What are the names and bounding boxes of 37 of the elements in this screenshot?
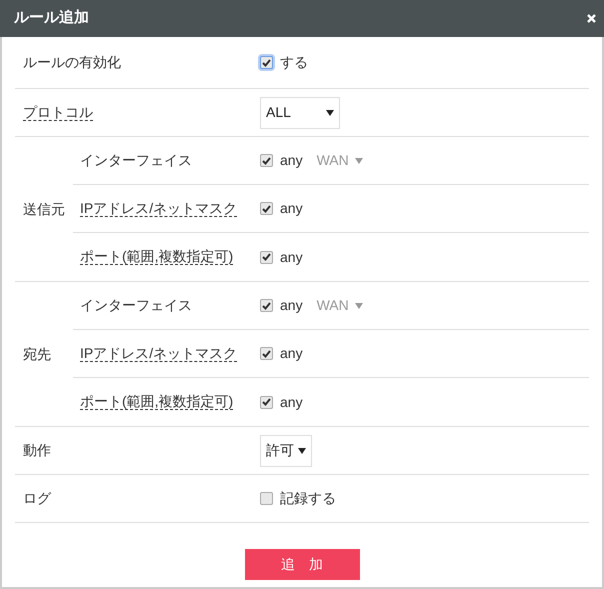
checkbox-label: any [280,344,303,363]
caret-icon [354,302,363,308]
field-label: 送信元 [23,200,65,218]
field-label: プロトコル [23,104,93,120]
checkbox[interactable] [260,56,273,69]
window-title: ルール追加 [14,8,89,28]
checkbox[interactable] [260,154,273,167]
checkbox[interactable] [260,492,273,505]
field-label: 宛先 [23,344,51,364]
field-label: ルールの有効化 [23,54,121,70]
caret-icon [298,448,306,454]
field-label: 動作 [23,442,51,458]
field-label: IPアドレス/ネットマスク [80,200,238,216]
caret-icon [326,110,334,116]
checkbox-label: する [280,53,308,72]
checkbox[interactable] [260,396,273,408]
add-button[interactable]: 追 加 [244,549,360,580]
field-label: IPアドレス/ネットマスク [80,344,238,362]
protocol-select[interactable]: 許可 [260,434,312,466]
field-label: インターフェイス [80,296,192,312]
field-label: ポート(範囲,複数指定可) [80,248,234,265]
checkbox-label: any [280,151,303,170]
checkbox-label: any [280,248,303,267]
checkbox-label: any [280,392,303,412]
checkbox-label: any [280,199,303,218]
protocol-select[interactable]: ALL [260,96,340,128]
checkbox[interactable] [260,347,273,360]
checkbox[interactable] [260,250,273,264]
field-label: ログ [23,490,51,506]
checkbox-label: 記録する [280,489,336,508]
field-label: インターフェイス [80,152,192,168]
checkbox[interactable] [260,299,273,312]
field-label: ポート(範囲,複数指定可) [80,393,234,410]
caret-icon [354,158,363,164]
checkbox-label: any [280,296,303,315]
close-icon[interactable] [587,14,596,23]
checkbox[interactable] [260,202,273,215]
